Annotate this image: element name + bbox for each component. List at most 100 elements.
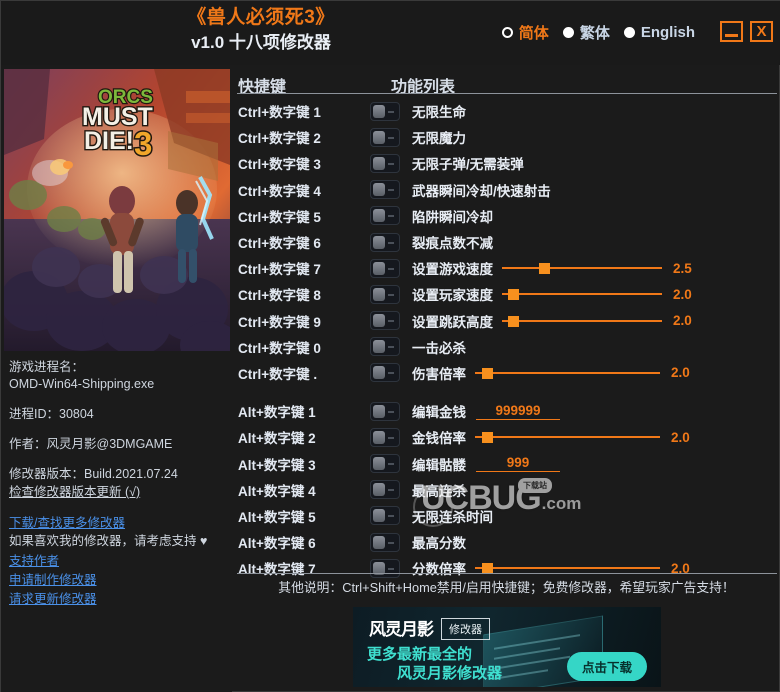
cheat-toggle[interactable] [370, 180, 400, 200]
cheat-toggle[interactable] [370, 153, 400, 173]
process-name-value: OMD-Win64-Shipping.exe [9, 377, 155, 391]
header-divider [237, 93, 777, 94]
toggle-knob [373, 430, 385, 444]
lang-label-english: English [640, 24, 695, 41]
hotkey-label: Alt+数字键 4 [238, 483, 316, 499]
cheat-name: 一击必杀 [412, 340, 466, 356]
cheat-toggle[interactable] [370, 284, 400, 304]
cheat-toggle[interactable] [370, 311, 400, 331]
cheat-row: Ctrl+数字键 9 设置跳跃高度 2.0 [232, 308, 780, 334]
svg-text:DIE!: DIE! [84, 127, 134, 155]
hotkey-label: Ctrl+数字键 6 [238, 236, 321, 252]
support-author-link[interactable]: 支持作者 [9, 552, 227, 570]
cheat-toggle[interactable] [370, 427, 400, 447]
toggle-dash-icon [388, 515, 394, 518]
hotkey-label: Ctrl+数字键 0 [238, 340, 321, 356]
cheat-toggle[interactable] [370, 558, 400, 578]
window-header: 《兽人必须死3》 v1.0 十八项修改器 简体 繁体 English X [1, 1, 780, 65]
slider-value: 2.0 [671, 365, 690, 381]
cheat-row: Ctrl+数字键 7 设置游戏速度 2.5 [232, 255, 780, 281]
lang-option-simplified[interactable]: 简体 [501, 22, 549, 43]
toggle-knob [373, 483, 385, 497]
slider-handle[interactable] [482, 432, 493, 444]
toggle-dash-icon [388, 346, 394, 349]
toggle-knob [373, 340, 385, 354]
value-input[interactable]: 999999 [476, 403, 560, 420]
cheat-name: 无限连杀时间 [412, 509, 493, 525]
cheat-toggle[interactable] [370, 454, 400, 474]
lang-option-traditional[interactable]: 繁体 [562, 22, 610, 43]
cheat-name: 最高分数 [412, 536, 466, 552]
apply-make-trainer-link[interactable]: 申请制作修改器 [9, 571, 227, 589]
toggle-knob [373, 235, 385, 249]
trainer-version: 修改器版本：Build.2021.07.24 [9, 467, 178, 481]
download-more-link[interactable]: 下载/查找更多修改器 [9, 514, 227, 532]
toggle-knob [373, 130, 385, 144]
slider-value: 2.5 [673, 260, 692, 276]
request-update-link[interactable]: 请求更新修改器 [9, 590, 227, 608]
cheat-toggle[interactable] [370, 101, 400, 121]
cheat-toggle[interactable] [370, 480, 400, 500]
slider-handle[interactable] [482, 367, 493, 379]
slider-handle[interactable] [508, 315, 519, 327]
cheat-toggle[interactable] [370, 258, 400, 278]
cheat-row: Ctrl+数字键 0 一击必杀 [232, 334, 780, 360]
svg-text:3: 3 [134, 125, 152, 162]
slider-handle[interactable] [539, 263, 550, 275]
hotkey-label: Ctrl+数字键 2 [238, 131, 321, 147]
cheat-toggle[interactable] [370, 206, 400, 226]
hotkey-label: Alt+数字键 3 [238, 457, 316, 473]
minimize-button[interactable] [720, 21, 743, 42]
title-block: 《兽人必须死3》 v1.0 十八项修改器 [1, 6, 521, 55]
cheat-name: 武器瞬间冷却/快速射击 [412, 183, 551, 199]
cheat-row: Alt+数字键 7 分数倍率 2.0 [232, 555, 780, 581]
value-slider[interactable] [502, 313, 662, 329]
trainer-window: 《兽人必须死3》 v1.0 十八项修改器 简体 繁体 English X ORC… [0, 0, 780, 692]
value-slider[interactable] [475, 429, 660, 445]
hotkey-label: Alt+数字键 1 [238, 405, 316, 421]
toggle-dash-icon [388, 189, 394, 192]
process-id: 进程ID：30804 [9, 407, 94, 421]
cheat-toggle[interactable] [370, 363, 400, 383]
slider-handle[interactable] [508, 289, 519, 301]
cheat-list-panel: 快捷键 功能列表 Ctrl+数字键 1 无限生命 Ctrl+数字键 2 无限魔力 Ctr… [232, 65, 780, 692]
value-slider[interactable] [502, 260, 662, 276]
hotkey-label: Alt+数字键 6 [238, 536, 316, 552]
cheat-row: Alt+数字键 2 金钱倍率 2.0 [232, 424, 780, 450]
value-slider[interactable] [502, 286, 662, 302]
advertisement-banner[interactable]: 风灵月影 修改器 更多最新最全的 风灵月影修改器 点击下载 [353, 607, 661, 687]
ad-download-button[interactable]: 点击下载 [566, 652, 647, 681]
hotkey-label: Alt+数字键 2 [238, 431, 316, 447]
cheat-toggle[interactable] [370, 127, 400, 147]
radio-icon-traditional[interactable] [562, 27, 574, 38]
cheat-toggle[interactable] [370, 337, 400, 357]
lang-option-english[interactable]: English [623, 24, 695, 41]
lang-label-traditional: 繁体 [579, 25, 610, 42]
close-button[interactable]: X [750, 21, 773, 42]
window-controls: X [720, 21, 773, 42]
toggle-knob [373, 287, 385, 301]
cheat-row: Ctrl+数字键 3 无限子弹/无需装弹 [232, 150, 780, 176]
radio-icon-simplified[interactable] [501, 27, 513, 38]
minimize-icon [725, 34, 738, 37]
toggle-knob [373, 404, 385, 418]
hotkey-label: Ctrl+数字键 7 [238, 262, 321, 278]
toggle-dash-icon [388, 463, 394, 466]
slider-track [475, 436, 660, 439]
hotkey-label: Ctrl+数字键 8 [238, 288, 321, 304]
cheat-row: Ctrl+数字键 1 无限生命 [232, 98, 780, 124]
cheat-toggle[interactable] [370, 232, 400, 252]
cheat-name: 金钱倍率 [412, 431, 466, 447]
check-update-link[interactable]: 检查修改器版本更新 (√) [9, 483, 227, 501]
cheat-name: 编辑金钱 [412, 405, 466, 421]
cheat-toggle[interactable] [370, 532, 400, 552]
footer-note: 其他说明：Ctrl+Shift+Home禁用/启用快捷键；免费修改器，希望玩家广… [278, 580, 735, 595]
slider-value: 2.0 [673, 286, 692, 302]
cheat-toggle[interactable] [370, 506, 400, 526]
radio-icon-english[interactable] [623, 27, 635, 38]
hotkey-label: Ctrl+数字键 4 [238, 183, 321, 199]
cheat-toggle[interactable] [370, 401, 400, 421]
value-slider[interactable] [475, 365, 660, 381]
toggle-knob [373, 366, 385, 380]
value-input[interactable]: 999 [476, 455, 560, 473]
